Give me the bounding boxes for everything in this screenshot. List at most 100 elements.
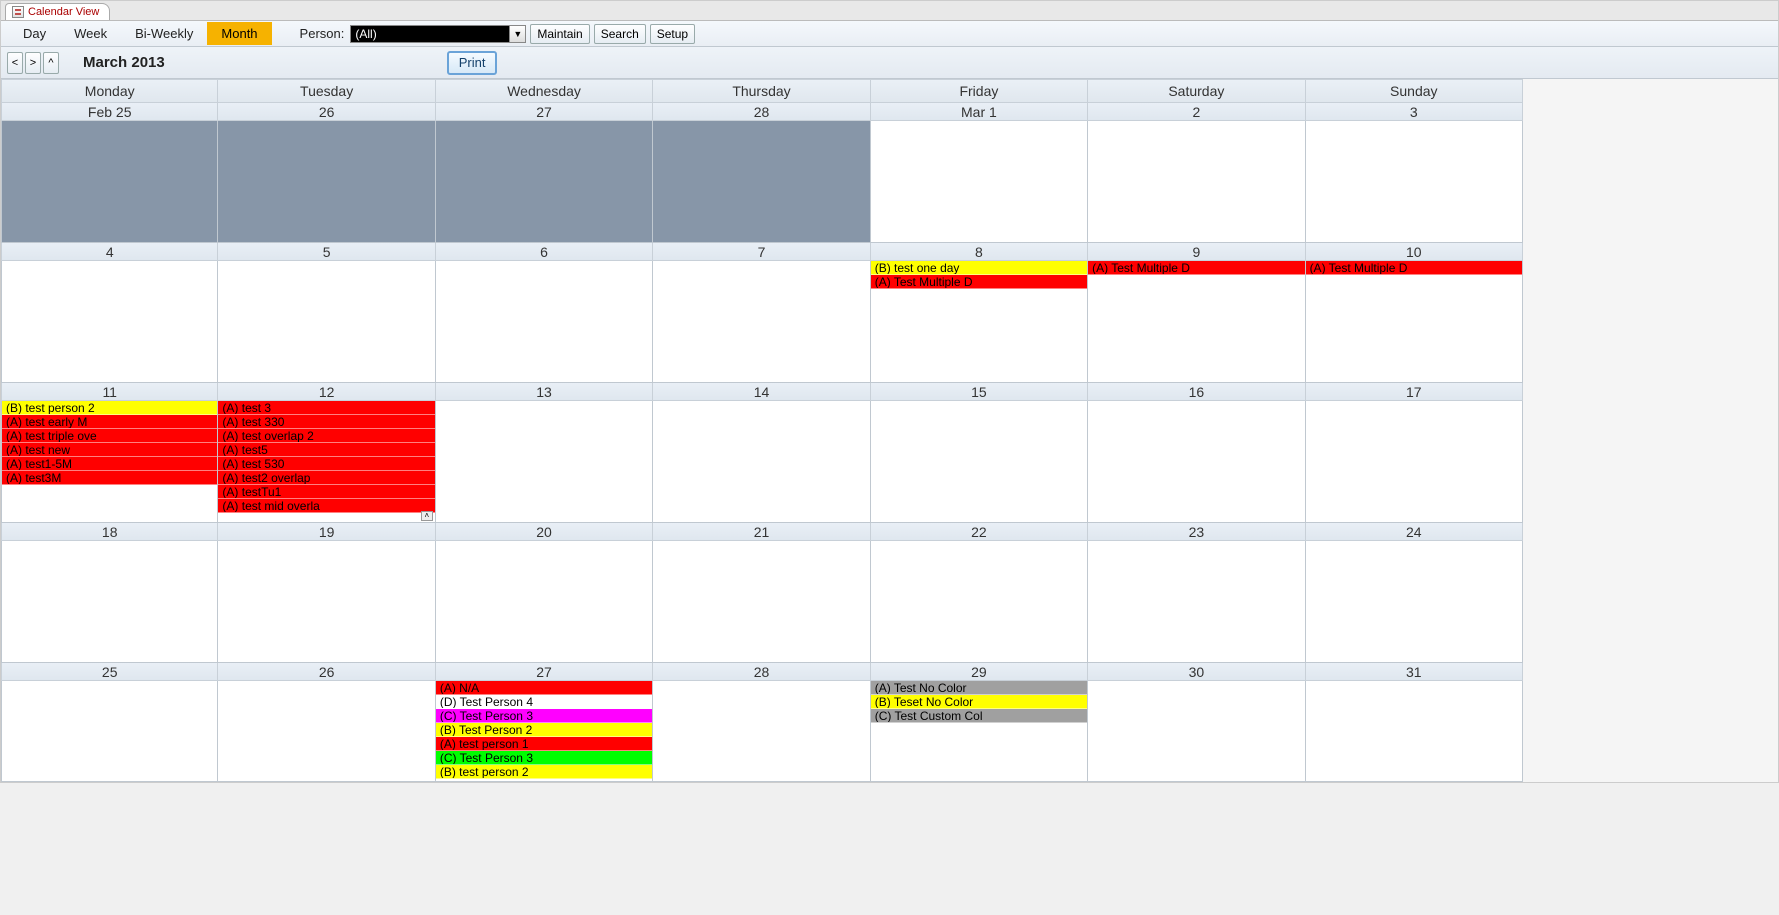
prev-button[interactable]: < [7, 52, 23, 74]
day-cell[interactable] [653, 121, 870, 243]
day-cell[interactable] [1, 261, 218, 383]
day-cell[interactable] [1, 541, 218, 663]
calendar-event[interactable]: (A) testTu1 [218, 485, 434, 499]
maintain-button[interactable]: Maintain [530, 24, 589, 44]
calendar-event[interactable]: (A) test new [2, 443, 217, 457]
calendar-event[interactable]: (A) test triple ove [2, 429, 217, 443]
date-cell[interactable]: 29 [871, 663, 1088, 681]
day-cell[interactable] [871, 121, 1088, 243]
view-btn-day[interactable]: Day [9, 22, 60, 45]
date-cell[interactable]: 26 [218, 103, 435, 121]
calendar-event[interactable]: (A) test3M [2, 471, 217, 485]
day-cell[interactable] [1306, 541, 1523, 663]
calendar-event[interactable]: (A) test early M [2, 415, 217, 429]
day-cell[interactable] [436, 121, 653, 243]
day-cell[interactable] [1088, 681, 1305, 782]
calendar-event[interactable]: (B) test person 2 [436, 765, 652, 779]
date-cell[interactable]: 7 [653, 243, 870, 261]
date-cell[interactable]: 28 [653, 103, 870, 121]
calendar-event[interactable]: (C) Test Custom Col [871, 709, 1087, 723]
calendar-event[interactable]: (A) Test Multiple D [1088, 261, 1304, 275]
calendar-event[interactable]: (A) Test No Color [871, 681, 1087, 695]
date-cell[interactable]: 25 [1, 663, 218, 681]
day-cell[interactable]: (A) Test Multiple D [1306, 261, 1523, 383]
calendar-event[interactable]: (A) test overlap 2 [218, 429, 434, 443]
date-cell[interactable]: 6 [436, 243, 653, 261]
day-cell[interactable] [218, 261, 435, 383]
view-btn-bi-weekly[interactable]: Bi-Weekly [121, 22, 207, 45]
day-cell[interactable] [218, 681, 435, 782]
date-cell[interactable]: 24 [1306, 523, 1523, 541]
next-button[interactable]: > [25, 52, 41, 74]
calendar-event[interactable]: (A) Test Multiple D [871, 275, 1087, 289]
view-btn-month[interactable]: Month [207, 22, 271, 45]
date-cell[interactable]: 12 [218, 383, 435, 401]
date-cell[interactable]: 4 [1, 243, 218, 261]
search-button[interactable]: Search [594, 24, 646, 44]
calendar-event[interactable]: (A) test1-5M [2, 457, 217, 471]
date-cell[interactable]: 15 [871, 383, 1088, 401]
day-cell[interactable] [653, 261, 870, 383]
day-cell[interactable] [871, 401, 1088, 523]
day-cell[interactable] [436, 261, 653, 383]
calendar-event[interactable]: (B) Teset No Color [871, 695, 1087, 709]
date-cell[interactable]: 2 [1088, 103, 1305, 121]
day-cell[interactable] [1306, 121, 1523, 243]
day-cell[interactable] [1088, 401, 1305, 523]
day-cell[interactable] [1088, 121, 1305, 243]
date-cell[interactable]: 23 [1088, 523, 1305, 541]
print-button[interactable]: Print [447, 51, 498, 75]
day-cell[interactable] [871, 541, 1088, 663]
day-cell[interactable]: (A) Test Multiple D [1088, 261, 1305, 383]
date-cell[interactable]: 8 [871, 243, 1088, 261]
date-cell[interactable]: 18 [1, 523, 218, 541]
day-cell[interactable]: (B) test person 2(A) test early M(A) tes… [1, 401, 218, 523]
more-events-arrow-icon[interactable]: ˄ [421, 511, 433, 521]
tab-calendar-view[interactable]: Calendar View [5, 3, 110, 20]
day-cell[interactable]: (B) test one day(A) Test Multiple D [871, 261, 1088, 383]
calendar-event[interactable]: (A) test5 [218, 443, 434, 457]
date-cell[interactable]: 22 [871, 523, 1088, 541]
setup-button[interactable]: Setup [650, 24, 695, 44]
day-cell[interactable] [218, 541, 435, 663]
date-cell[interactable]: 20 [436, 523, 653, 541]
calendar-event[interactable]: (A) test mid overla [218, 499, 434, 513]
person-input[interactable] [350, 25, 510, 43]
day-cell[interactable] [1, 681, 218, 782]
date-cell[interactable]: Mar 1 [871, 103, 1088, 121]
day-cell[interactable] [218, 121, 435, 243]
calendar-event[interactable]: (A) Test Multiple D [1306, 261, 1522, 275]
day-cell[interactable]: (A) Test No Color(B) Teset No Color(C) T… [871, 681, 1088, 782]
date-cell[interactable]: 11 [1, 383, 218, 401]
date-cell[interactable]: 17 [1306, 383, 1523, 401]
calendar-event[interactable]: (A) test 330 [218, 415, 434, 429]
day-cell[interactable] [1306, 681, 1523, 782]
date-cell[interactable]: 21 [653, 523, 870, 541]
day-cell[interactable] [1088, 541, 1305, 663]
calendar-event[interactable]: (A) test2 overlap [218, 471, 434, 485]
date-cell[interactable]: 27 [436, 663, 653, 681]
date-cell[interactable]: 31 [1306, 663, 1523, 681]
date-cell[interactable]: 14 [653, 383, 870, 401]
calendar-event[interactable]: (C) Test Person 3 [436, 709, 652, 723]
day-cell[interactable] [653, 401, 870, 523]
date-cell[interactable]: 26 [218, 663, 435, 681]
date-cell[interactable]: Feb 25 [1, 103, 218, 121]
calendar-event[interactable]: (B) test person 2 [2, 401, 217, 415]
date-cell[interactable]: 3 [1306, 103, 1523, 121]
view-btn-week[interactable]: Week [60, 22, 121, 45]
date-cell[interactable]: 9 [1088, 243, 1305, 261]
day-cell[interactable] [653, 681, 870, 782]
calendar-event[interactable]: (A) test person 1 [436, 737, 652, 751]
calendar-event[interactable]: (A) test 530 [218, 457, 434, 471]
calendar-event[interactable]: (D) Test Person 4 [436, 695, 652, 709]
day-cell[interactable] [436, 541, 653, 663]
calendar-event[interactable]: (B) test one day [871, 261, 1087, 275]
date-cell[interactable]: 30 [1088, 663, 1305, 681]
day-cell[interactable]: (A) N/A(D) Test Person 4(C) Test Person … [436, 681, 653, 782]
up-button[interactable]: ^ [43, 52, 59, 74]
calendar-event[interactable]: (A) N/A [436, 681, 652, 695]
day-cell[interactable] [436, 401, 653, 523]
date-cell[interactable]: 10 [1306, 243, 1523, 261]
date-cell[interactable]: 27 [436, 103, 653, 121]
